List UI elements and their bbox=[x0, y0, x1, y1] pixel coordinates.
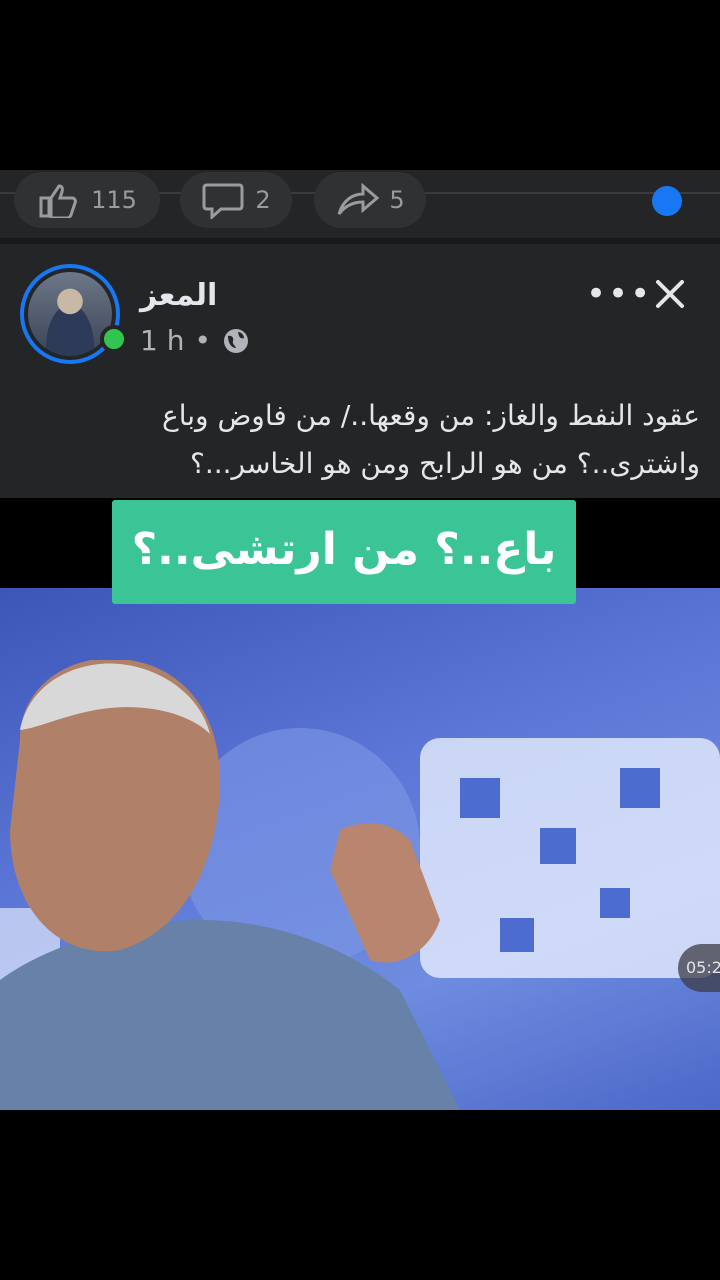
close-icon[interactable] bbox=[650, 274, 690, 314]
like-count: 115 bbox=[91, 186, 137, 214]
like-button[interactable]: 115 bbox=[14, 172, 160, 228]
globe-icon[interactable] bbox=[221, 326, 251, 356]
post-time[interactable]: 1 h bbox=[140, 324, 184, 357]
comment-icon bbox=[202, 183, 244, 219]
online-status-dot bbox=[100, 325, 128, 353]
presenter-figure bbox=[0, 660, 460, 1110]
avatar[interactable] bbox=[28, 272, 112, 356]
meta-dot: • bbox=[194, 324, 211, 357]
share-icon bbox=[337, 182, 380, 215]
post-caption: عقود النفط والغاز: من وقعها../ من فاوض و… bbox=[162, 399, 700, 480]
share-button[interactable]: 5 bbox=[314, 172, 426, 228]
share-count: 5 bbox=[389, 186, 405, 214]
reaction-like-icon bbox=[652, 186, 682, 216]
comment-button[interactable]: 2 bbox=[180, 172, 292, 228]
video-banner-text: باع..؟ من ارتشى..؟ bbox=[112, 500, 576, 604]
video-timestamp: 05:2 bbox=[678, 944, 720, 992]
author-name[interactable]: المعز bbox=[140, 278, 217, 313]
post-meta: 1 h • bbox=[140, 324, 251, 357]
more-options-button[interactable]: ••• bbox=[586, 276, 650, 312]
comment-count: 2 bbox=[255, 186, 271, 214]
like-icon bbox=[39, 184, 77, 218]
